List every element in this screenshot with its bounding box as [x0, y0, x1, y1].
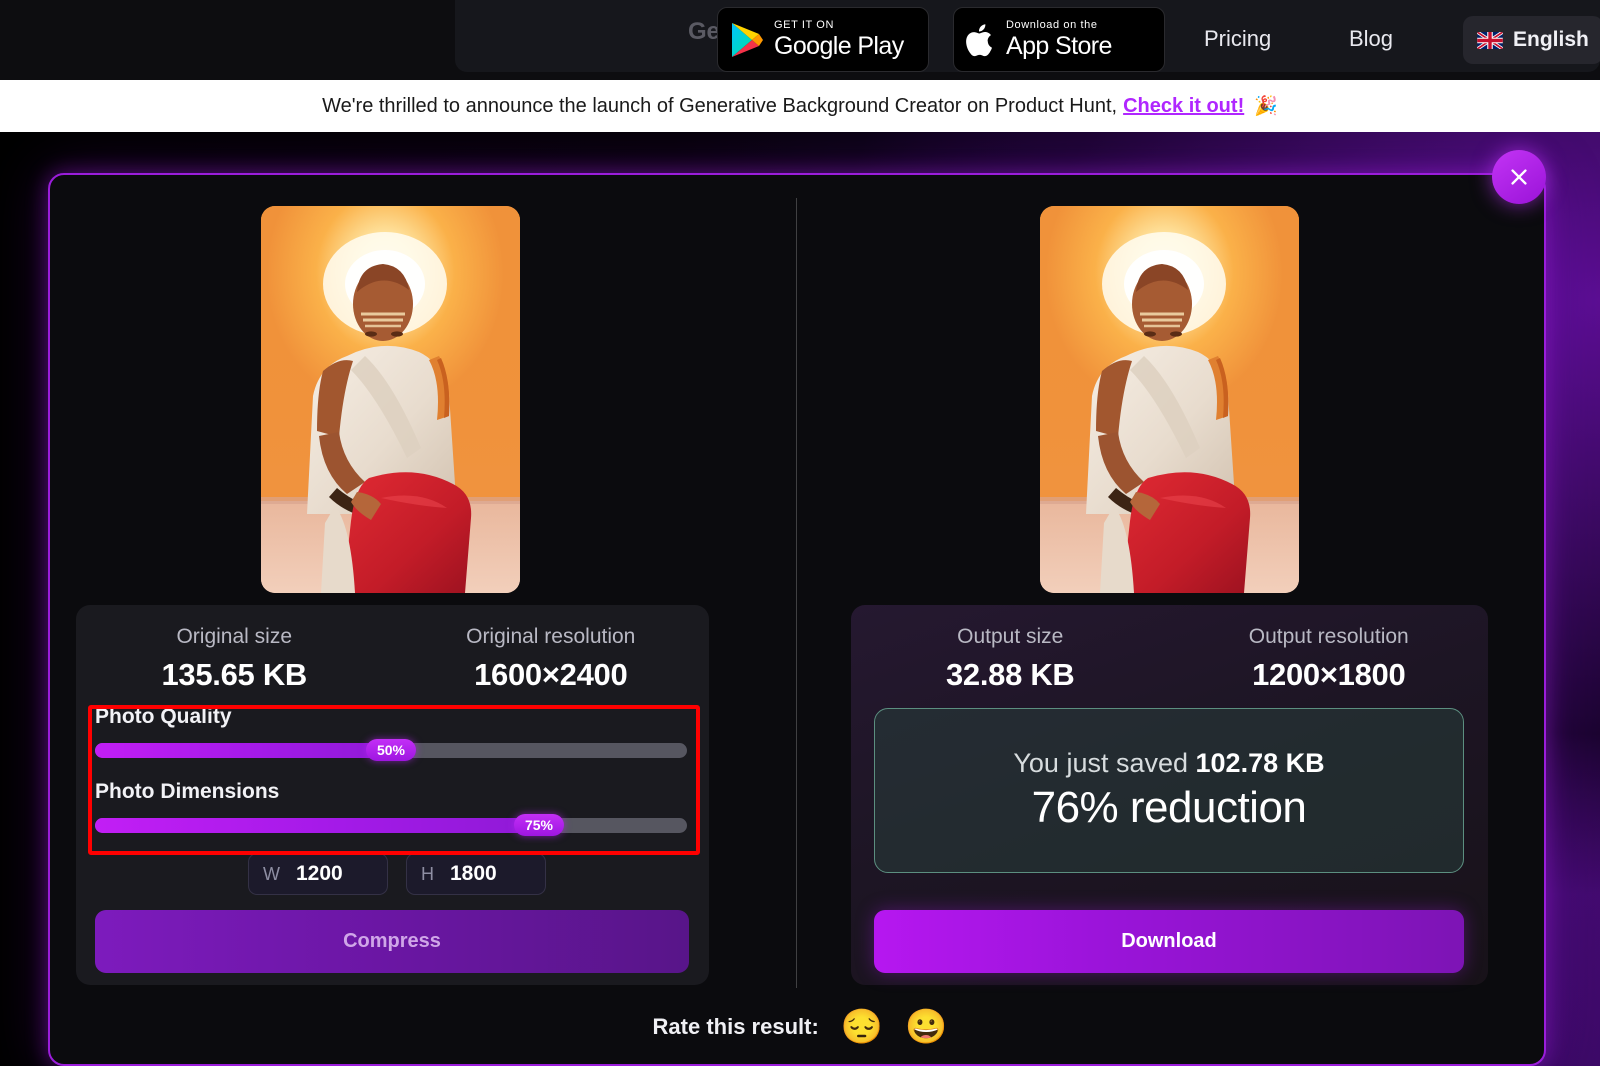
original-stats-row: Original size 135.65 KB Original resolut…	[76, 625, 709, 693]
photo-dimensions-value-bubble: 75%	[513, 814, 565, 836]
close-icon	[1511, 169, 1527, 185]
original-photo	[261, 206, 520, 593]
original-resolution-label: Original resolution	[466, 625, 636, 648]
google-play-badge-text: GET IT ON Google Play	[774, 20, 904, 59]
photo-quality-slider[interactable]: 50%	[95, 739, 687, 761]
original-settings-panel: Original size 135.65 KB Original resolut…	[76, 605, 709, 985]
photo-dimensions-label: Photo Dimensions	[95, 780, 280, 803]
announcement-banner: We're thrilled to announce the launch of…	[0, 80, 1600, 132]
app-store-badge[interactable]: Download on the App Store	[953, 7, 1165, 72]
original-size-stat: Original size 135.65 KB	[76, 625, 393, 693]
width-input[interactable]: W 1200	[248, 853, 388, 895]
download-button[interactable]: Download	[874, 910, 1464, 973]
uk-flag-icon	[1477, 31, 1503, 49]
rate-happy-emoji[interactable]: 😀	[905, 1010, 947, 1044]
photo-dimensions-slider-fill	[95, 818, 539, 833]
height-input[interactable]: H 1800	[406, 853, 546, 895]
photo-dimensions-slider-block: Photo Dimensions 75%	[95, 780, 691, 836]
rate-result-label: Rate this result:	[652, 1014, 819, 1039]
photo-dimensions-slider[interactable]: 75%	[95, 814, 687, 836]
app-store-top-label: Download on the	[1006, 19, 1098, 31]
app-store-badge-text: Download on the App Store	[1006, 20, 1112, 59]
output-size-stat: Output size 32.88 KB	[851, 625, 1170, 693]
brand-text: Ge	[688, 18, 720, 45]
height-value: 1800	[450, 862, 497, 885]
output-resolution-label: Output resolution	[1248, 625, 1409, 648]
savings-summary-box: You just saved 102.78 KB 76% reduction	[874, 708, 1464, 873]
original-resolution-stat: Original resolution 1600×2400	[393, 625, 710, 693]
original-size-label: Original size	[176, 625, 293, 648]
google-play-top-label: GET IT ON	[774, 19, 835, 31]
apple-icon	[966, 23, 993, 56]
reduction-percentage: 76% reduction	[1031, 783, 1307, 832]
nav-link-blog[interactable]: Blog	[1349, 26, 1393, 52]
output-resolution-value: 1200×1800	[1252, 657, 1406, 692]
language-label: English	[1513, 28, 1589, 51]
google-play-icon	[732, 22, 763, 57]
compress-button[interactable]: Compress	[95, 910, 689, 973]
original-resolution-value: 1600×2400	[474, 657, 628, 692]
photo-quality-value-bubble: 50%	[365, 739, 417, 761]
photo-quality-label: Photo Quality	[95, 705, 232, 728]
compression-sliders: Photo Quality 50% Photo Dimensions 75%	[95, 705, 691, 855]
height-key-label: H	[421, 863, 434, 884]
output-stats-row: Output size 32.88 KB Output resolution 1…	[851, 625, 1488, 693]
photo-quality-slider-fill	[95, 743, 391, 758]
announcement-text: We're thrilled to announce the launch of…	[322, 94, 1118, 117]
column-divider	[796, 198, 797, 988]
party-popper-icon: 🎉	[1254, 96, 1278, 117]
app-store-bottom-label: App Store	[1006, 32, 1112, 60]
close-modal-button[interactable]	[1492, 150, 1546, 204]
rate-result-row: Rate this result: 😔 😀	[0, 1010, 1600, 1044]
photo-quality-slider-block: Photo Quality 50%	[95, 705, 691, 761]
output-image-thumbnail	[1040, 206, 1299, 593]
original-image-thumbnail	[261, 206, 520, 593]
output-resolution-stat: Output resolution 1200×1800	[1170, 625, 1489, 693]
saved-amount-line: You just saved 102.78 KB	[1013, 748, 1324, 779]
announcement-link[interactable]: Check it out!	[1123, 95, 1244, 118]
output-results-panel: Output size 32.88 KB Output resolution 1…	[851, 605, 1488, 985]
output-photo	[1040, 206, 1299, 593]
language-selector[interactable]: English	[1463, 16, 1600, 64]
dimension-inputs: W 1200 H 1800	[248, 853, 546, 895]
google-play-badge[interactable]: GET IT ON Google Play	[717, 7, 929, 72]
original-size-value: 135.65 KB	[161, 657, 307, 692]
site-header: Ge GET IT ON Google Play Download on the…	[0, 0, 1600, 80]
width-value: 1200	[296, 862, 343, 885]
page-root: Ge GET IT ON Google Play Download on the…	[0, 0, 1600, 1066]
rate-sad-emoji[interactable]: 😔	[841, 1010, 883, 1044]
saved-prefix: You just saved	[1013, 748, 1196, 778]
output-size-value: 32.88 KB	[945, 657, 1075, 692]
nav-link-pricing[interactable]: Pricing	[1204, 26, 1271, 52]
width-key-label: W	[263, 863, 280, 884]
saved-amount: 102.78 KB	[1195, 748, 1325, 778]
google-play-bottom-label: Google Play	[774, 32, 904, 60]
output-size-label: Output size	[957, 625, 1064, 648]
